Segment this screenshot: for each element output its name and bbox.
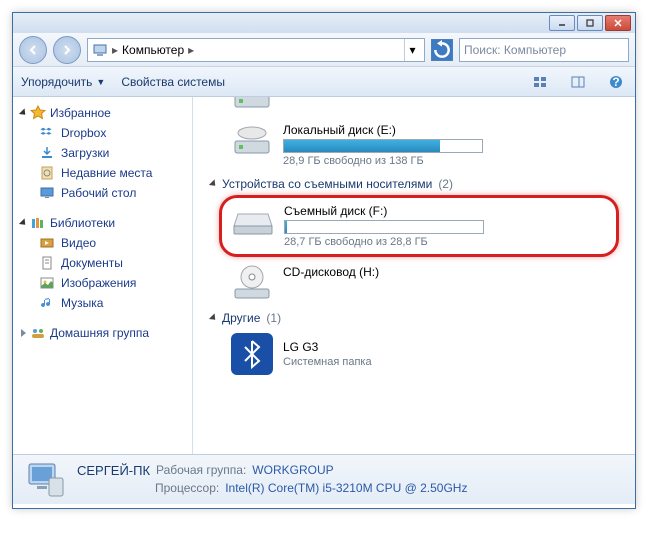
pc-name: СЕРГЕЙ-ПК — [77, 462, 150, 480]
homegroup-icon — [30, 325, 46, 341]
sidebar-item-documents[interactable]: Документы — [17, 253, 188, 273]
drive-cd[interactable]: CD-дисковод (H:) — [231, 265, 627, 301]
lg-sub: Системная папка — [283, 356, 372, 368]
nav-bar: ▸ Компьютер ▸ ▾ Поиск: Компьютер — [13, 33, 635, 67]
recent-icon — [39, 165, 55, 181]
libraries-group[interactable]: Библиотеки — [17, 213, 188, 233]
breadcrumb-sep: ▸ — [112, 43, 118, 57]
address-bar[interactable]: ▸ Компьютер ▸ ▾ — [87, 38, 425, 62]
removable-disk-icon — [232, 204, 274, 240]
drive-e[interactable]: Локальный диск (E:) 28,9 ГБ свободно из … — [231, 123, 627, 167]
video-icon — [39, 235, 55, 251]
titlebar — [13, 13, 635, 33]
desktop-icon — [39, 185, 55, 201]
dropbox-icon — [39, 125, 55, 141]
close-button[interactable] — [605, 15, 631, 31]
homegroup-group[interactable]: Домашняя группа — [17, 323, 188, 343]
computer-icon — [92, 42, 108, 58]
organize-menu[interactable]: Упорядочить ▼ — [21, 75, 105, 89]
hdd-icon — [231, 123, 273, 159]
workgroup-value: WORKGROUP — [252, 462, 333, 480]
drive-e-space: 28,9 ГБ свободно из 138 ГБ — [283, 155, 627, 167]
sidebar-item-video[interactable]: Видео — [17, 233, 188, 253]
workgroup-label: Рабочая группа: — [156, 462, 246, 480]
removable-section-header[interactable]: Устройства со съемными носителями (2) — [211, 177, 627, 191]
libraries-icon — [30, 215, 46, 231]
sidebar: Избранное Dropbox Загрузки Недавние мест… — [13, 97, 193, 454]
breadcrumb-sep: ▸ — [188, 43, 194, 57]
sidebar-item-pictures[interactable]: Изображения — [17, 273, 188, 293]
sidebar-item-music[interactable]: Музыка — [17, 293, 188, 313]
sidebar-item-recent[interactable]: Недавние места — [17, 163, 188, 183]
preview-pane-button[interactable] — [567, 71, 589, 93]
bluetooth-icon — [231, 333, 273, 375]
forward-button[interactable] — [53, 36, 81, 64]
drive-f-name: Съемный диск (F:) — [284, 204, 606, 218]
documents-icon — [39, 255, 55, 271]
star-icon — [30, 105, 46, 121]
view-options-button[interactable] — [529, 71, 551, 93]
content-pane: 56,6 ГБ свободно из 99,9 ГБ Локальный ди… — [193, 97, 635, 454]
music-icon — [39, 295, 55, 311]
cpu-label: Процессор: — [155, 480, 219, 497]
maximize-button[interactable] — [577, 15, 603, 31]
toolbar: Упорядочить ▼ Свойства системы ? — [13, 67, 635, 97]
refresh-button[interactable] — [431, 39, 453, 61]
sidebar-item-desktop[interactable]: Рабочий стол — [17, 183, 188, 203]
sidebar-item-dropbox[interactable]: Dropbox — [17, 123, 188, 143]
drive-e-progress — [283, 139, 483, 153]
computer-large-icon — [23, 460, 67, 500]
pictures-icon — [39, 275, 55, 291]
downloads-icon — [39, 145, 55, 161]
cd-drive-icon — [231, 265, 273, 301]
cpu-value: Intel(R) Core(TM) i5-3210M CPU @ 2.50GHz — [225, 480, 467, 497]
minimize-button[interactable] — [549, 15, 575, 31]
drive-e-name: Локальный диск (E:) — [283, 123, 627, 137]
device-lg-g3[interactable]: LG G3 Системная папка — [231, 333, 627, 375]
drive-cd-name: CD-дисковод (H:) — [283, 265, 627, 279]
drive-f[interactable]: Съемный диск (F:) 28,7 ГБ свободно из 28… — [232, 204, 606, 248]
address-dropdown[interactable]: ▾ — [404, 39, 420, 61]
other-section-header[interactable]: Другие (1) — [211, 311, 627, 325]
breadcrumb-computer[interactable]: Компьютер — [122, 43, 184, 57]
drive-f-space: 28,7 ГБ свободно из 28,8 ГБ — [284, 236, 606, 248]
status-bar: СЕРГЕЙ-ПК Рабочая группа: WORKGROUP Проц… — [13, 454, 635, 504]
svg-text:?: ? — [612, 75, 619, 89]
search-placeholder: Поиск: Компьютер — [464, 43, 566, 57]
drive-f-progress — [284, 220, 484, 234]
back-button[interactable] — [19, 36, 47, 64]
system-properties-button[interactable]: Свойства системы — [121, 75, 225, 89]
hdd-icon — [231, 97, 273, 113]
favorites-group[interactable]: Избранное — [17, 103, 188, 123]
sidebar-item-downloads[interactable]: Загрузки — [17, 143, 188, 163]
explorer-window: ▸ Компьютер ▸ ▾ Поиск: Компьютер Упорядо… — [12, 12, 636, 509]
drive-c-partial[interactable]: 56,6 ГБ свободно из 99,9 ГБ — [231, 97, 627, 113]
search-input[interactable]: Поиск: Компьютер — [459, 38, 629, 62]
highlighted-removable-disk: Съемный диск (F:) 28,7 ГБ свободно из 28… — [219, 195, 619, 257]
help-button[interactable]: ? — [605, 71, 627, 93]
lg-name: LG G3 — [283, 340, 372, 354]
